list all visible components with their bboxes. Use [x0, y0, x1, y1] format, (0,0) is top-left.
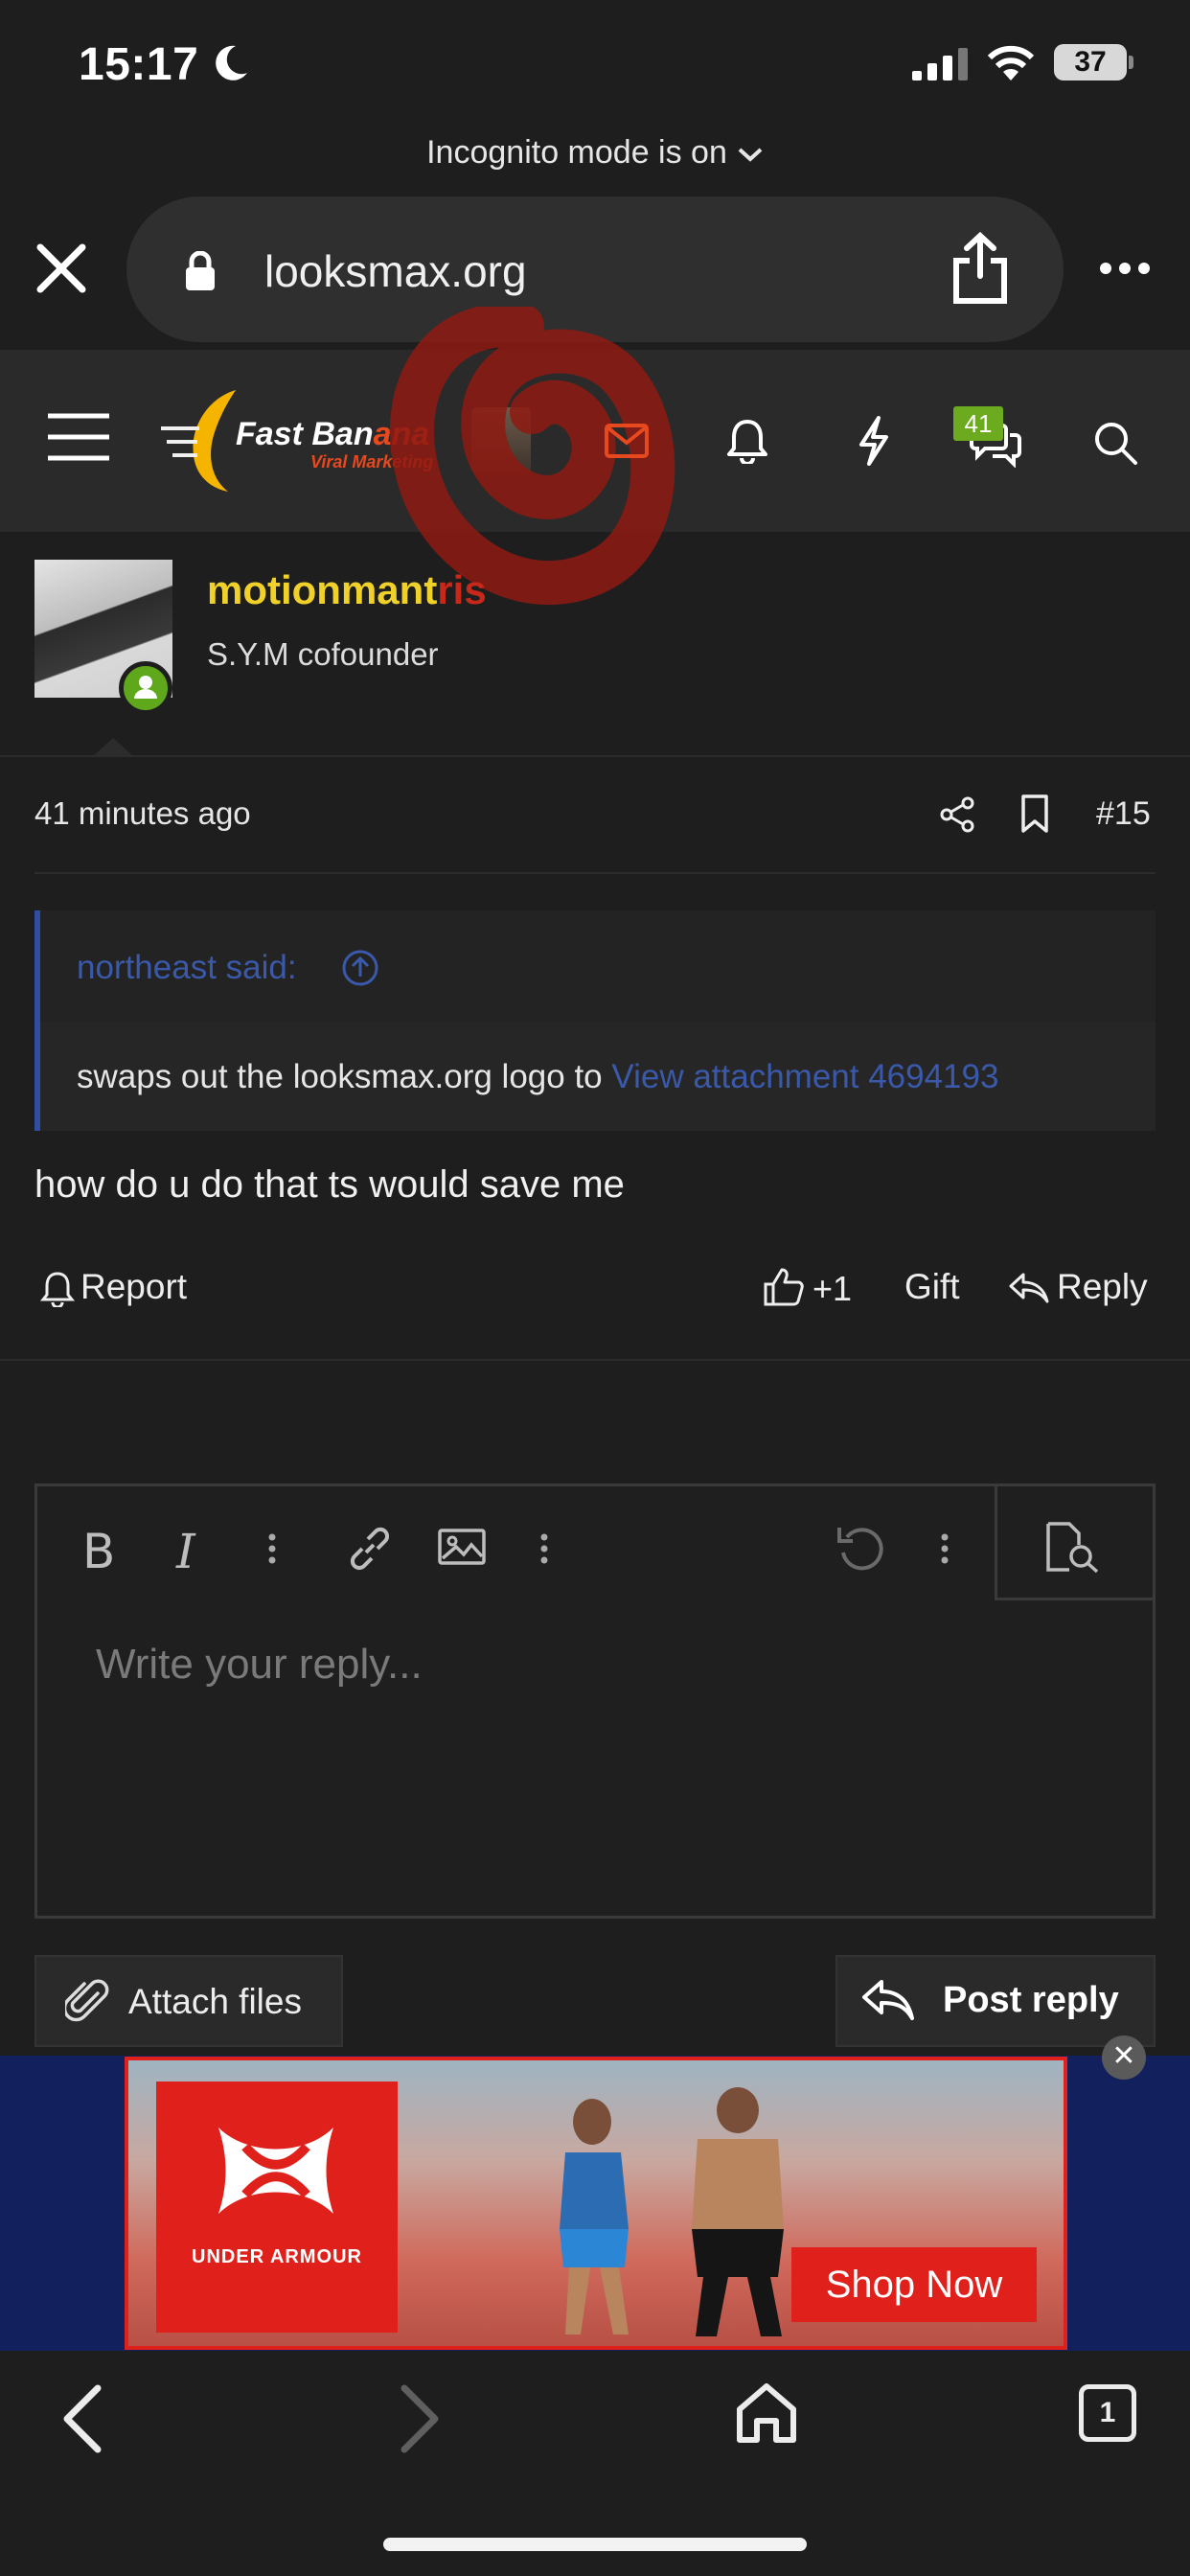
back-arrow-icon[interactable]: [57, 2382, 107, 2455]
post-divider-notch: [92, 738, 134, 757]
battery-tip: [1129, 56, 1133, 69]
quote-text: swaps out the looksmax.org logo to View …: [77, 1058, 999, 1095]
cellular-signal-icon: [912, 48, 970, 80]
ad-runner-image: [671, 2085, 805, 2336]
incognito-toggle[interactable]: Incognito mode is on: [0, 134, 1190, 172]
paperclip-icon: [65, 1978, 111, 2024]
undo-icon[interactable]: [835, 1524, 887, 1574]
search-icon[interactable]: [1092, 420, 1138, 466]
more-vertical-icon[interactable]: [939, 1530, 950, 1568]
ad-runner-image: [537, 2095, 652, 2334]
post-reply-label[interactable]: Post reply: [943, 1980, 1119, 2021]
attachment-link[interactable]: View attachment 4694193: [611, 1058, 998, 1095]
moon-icon: [209, 42, 251, 84]
chat-badge: 41: [953, 406, 1003, 441]
lock-icon: [184, 251, 217, 291]
shop-now-button[interactable]: Shop Now: [791, 2247, 1037, 2322]
battery-indicator: 37: [1054, 44, 1127, 80]
preview-icon[interactable]: [1044, 1520, 1102, 1574]
reply-icon[interactable]: [1008, 1271, 1050, 1305]
menu-icon[interactable]: [48, 412, 109, 462]
ad-brand-text: UNDER ARMOUR: [192, 2246, 362, 2267]
bookmark-icon[interactable]: [1019, 794, 1050, 834]
post-body: how do u do that ts would save me: [34, 1163, 625, 1206]
lightning-icon[interactable]: [856, 416, 892, 466]
chevron-down-icon: [737, 145, 764, 164]
ad-close-button[interactable]: ✕: [1102, 2036, 1146, 2080]
mail-icon[interactable]: [604, 422, 650, 460]
thumbs-up-icon[interactable]: [763, 1267, 805, 1307]
post-timestamp[interactable]: 41 minutes ago: [34, 795, 251, 832]
more-vertical-icon[interactable]: [538, 1530, 550, 1568]
reply-icon: [860, 1976, 916, 2024]
online-status-icon: [119, 661, 172, 715]
reply-button[interactable]: Reply: [1057, 1267, 1148, 1307]
toolbar-separator: [995, 1598, 1156, 1600]
share-icon[interactable]: [950, 232, 1010, 305]
more-options-icon[interactable]: [1098, 261, 1152, 276]
quote-author[interactable]: northeast said:: [77, 949, 297, 987]
forward-arrow-icon[interactable]: [395, 2382, 445, 2455]
bold-button[interactable]: B: [82, 1524, 115, 1579]
incognito-label: Incognito mode is on: [426, 134, 727, 171]
reply-editor[interactable]: [34, 1484, 1156, 1919]
url-text[interactable]: looksmax.org: [264, 245, 527, 297]
toolbar-separator: [995, 1484, 997, 1600]
report-button[interactable]: Report: [80, 1267, 187, 1307]
like-count[interactable]: +1: [812, 1269, 852, 1309]
divider: [0, 755, 1190, 757]
post-number[interactable]: #15: [1096, 795, 1151, 833]
divider: [34, 872, 1156, 874]
image-icon[interactable]: [437, 1528, 487, 1566]
tabs-button[interactable]: 1: [1079, 2384, 1136, 2442]
gift-button[interactable]: Gift: [904, 1267, 960, 1307]
home-indicator[interactable]: [383, 2538, 807, 2551]
home-icon[interactable]: [734, 2380, 799, 2446]
bell-icon[interactable]: [726, 418, 768, 464]
wifi-icon: [985, 44, 1037, 82]
arrow-up-circle-icon[interactable]: [341, 949, 379, 987]
link-icon[interactable]: [345, 1524, 395, 1574]
divider: [0, 1359, 1190, 1361]
under-armour-logo-icon: [190, 2118, 362, 2223]
attach-files-label[interactable]: Attach files: [128, 1982, 302, 2022]
bell-icon[interactable]: [40, 1271, 75, 1307]
share-icon[interactable]: [939, 795, 975, 834]
status-time: 15:17: [79, 39, 199, 90]
reply-input[interactable]: Write your reply...: [96, 1641, 423, 1689]
user-title: S.Y.M cofounder: [207, 636, 439, 672]
more-vertical-icon[interactable]: [266, 1530, 278, 1568]
italic-button[interactable]: I: [176, 1524, 195, 1579]
username[interactable]: motionmantris: [207, 567, 487, 613]
close-icon[interactable]: [34, 242, 88, 295]
